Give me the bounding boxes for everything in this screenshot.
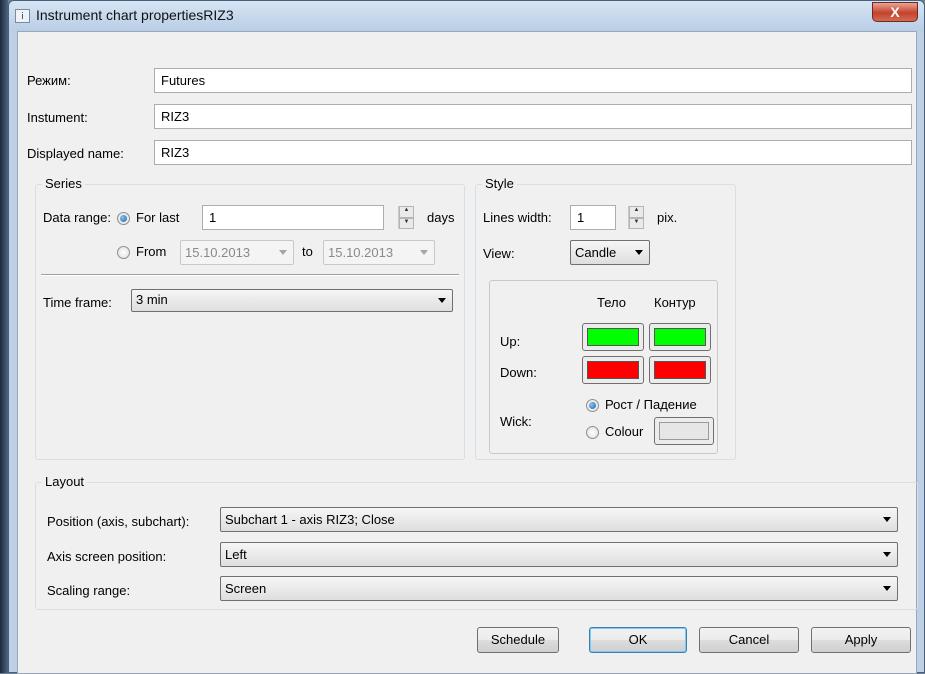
- time-frame-label: Time frame:: [43, 295, 112, 310]
- instrument-label: Instument:: [27, 110, 88, 125]
- wick-colour-label: Colour: [605, 424, 644, 439]
- position-label: Position (axis, subchart):: [47, 514, 190, 529]
- time-frame-select[interactable]: 3 min: [131, 289, 453, 312]
- chevron-down-icon: [420, 249, 428, 255]
- up-outline-swatch: [654, 328, 706, 346]
- for-last-label: For last: [136, 210, 180, 225]
- for-last-spinner[interactable]: ▲ ▼: [398, 206, 414, 229]
- down-outline-swatch: [654, 361, 706, 379]
- ok-button[interactable]: OK: [589, 627, 687, 653]
- axis-screen-position-value: Left: [225, 547, 247, 562]
- wick-colour-swatch: [659, 422, 709, 440]
- up-outline-color-button[interactable]: [649, 323, 711, 351]
- spin-up-icon[interactable]: ▲: [629, 206, 644, 218]
- chart-app-icon: ⅰ: [15, 9, 30, 23]
- days-label: days: [427, 210, 455, 225]
- spin-up-icon[interactable]: ▲: [399, 206, 414, 218]
- wick-growth-radio[interactable]: [586, 399, 599, 412]
- background-edge: [0, 0, 8, 673]
- displayed-name-field[interactable]: RIZ3: [154, 140, 912, 165]
- chevron-down-icon: [883, 516, 891, 522]
- candle-colors-box: Тело Контур Up: Down: Wick: Рост / Паден…: [489, 280, 718, 454]
- chevron-down-icon: [883, 551, 891, 557]
- scaling-range-label: Scaling range:: [47, 583, 131, 598]
- from-date-picker[interactable]: 15.10.2013: [180, 240, 294, 265]
- spin-down-icon[interactable]: ▼: [399, 217, 414, 229]
- chevron-down-icon: [279, 249, 287, 255]
- dialog-window: ⅰ Instrument chart propertiesRIZ3 X Режи…: [8, 0, 925, 674]
- scaling-range-select[interactable]: Screen: [220, 576, 898, 601]
- mode-label: Режим:: [27, 73, 71, 88]
- instrument-field[interactable]: RIZ3: [154, 104, 912, 129]
- for-last-input[interactable]: 1: [202, 205, 384, 230]
- view-label: View:: [483, 246, 515, 261]
- from-radio[interactable]: [117, 246, 130, 259]
- to-label: to: [302, 244, 313, 259]
- window-title: Instrument chart propertiesRIZ3: [36, 7, 234, 23]
- wick-growth-label: Рост / Падение: [605, 397, 697, 412]
- apply-button[interactable]: Apply: [811, 627, 911, 653]
- pix-label: pix.: [657, 210, 678, 225]
- spin-down-icon[interactable]: ▼: [629, 217, 644, 229]
- to-date-picker[interactable]: 15.10.2013: [323, 240, 435, 265]
- mode-field[interactable]: Futures: [154, 68, 912, 93]
- style-group: Style Lines width: 1 ▲ ▼ pix. View: Candl…: [475, 176, 736, 460]
- down-body-swatch: [587, 361, 639, 379]
- wick-label: Wick:: [500, 414, 532, 429]
- down-outline-color-button[interactable]: [649, 356, 711, 384]
- up-label: Up:: [500, 334, 521, 349]
- wick-colour-radio[interactable]: [586, 426, 599, 439]
- down-body-color-button[interactable]: [582, 356, 644, 384]
- layout-group-title: Layout: [42, 474, 88, 489]
- axis-screen-position-label: Axis screen position:: [47, 549, 167, 564]
- layout-group: Layout Position (axis, subchart): Subcha…: [35, 474, 918, 610]
- series-group: Series Data range: For last 1 ▲ ▼ days Fr…: [35, 176, 465, 460]
- chevron-down-icon: [635, 249, 643, 255]
- up-body-color-button[interactable]: [582, 323, 644, 351]
- displayed-name-label: Displayed name:: [27, 146, 124, 161]
- chevron-down-icon: [883, 585, 891, 591]
- lines-width-input[interactable]: 1: [570, 205, 616, 230]
- position-select[interactable]: Subchart 1 - axis RIZ3; Close: [220, 507, 898, 532]
- close-button[interactable]: X: [872, 2, 918, 22]
- wick-colour-button[interactable]: [654, 417, 714, 445]
- lines-width-label: Lines width:: [483, 210, 552, 225]
- up-body-swatch: [587, 328, 639, 346]
- series-separator: [41, 274, 459, 276]
- view-value: Candle: [575, 245, 617, 260]
- cancel-button[interactable]: Cancel: [699, 627, 799, 653]
- for-last-radio[interactable]: [117, 212, 130, 225]
- position-value: Subchart 1 - axis RIZ3; Close: [225, 512, 395, 527]
- dialog-client-area: Режим: Futures Instument: RIZ3 Displayed…: [17, 31, 918, 674]
- title-bar[interactable]: ⅰ Instrument chart propertiesRIZ3 X: [9, 1, 924, 31]
- chevron-down-icon: [438, 297, 446, 303]
- from-date-value: 15.10.2013: [185, 245, 251, 260]
- lines-width-spinner[interactable]: ▲ ▼: [628, 206, 644, 229]
- outline-column-header: Контур: [654, 295, 696, 310]
- scaling-range-value: Screen: [225, 581, 267, 596]
- series-group-title: Series: [42, 176, 85, 191]
- data-range-label: Data range:: [43, 210, 111, 225]
- style-group-title: Style: [482, 176, 517, 191]
- axis-screen-position-select[interactable]: Left: [220, 542, 898, 567]
- view-select[interactable]: Candle: [570, 240, 650, 265]
- to-date-value: 15.10.2013: [328, 245, 394, 260]
- body-column-header: Тело: [597, 295, 626, 310]
- from-label: From: [136, 244, 167, 259]
- time-frame-value: 3 min: [136, 292, 168, 307]
- schedule-button[interactable]: Schedule: [477, 627, 559, 653]
- down-label: Down:: [500, 365, 537, 380]
